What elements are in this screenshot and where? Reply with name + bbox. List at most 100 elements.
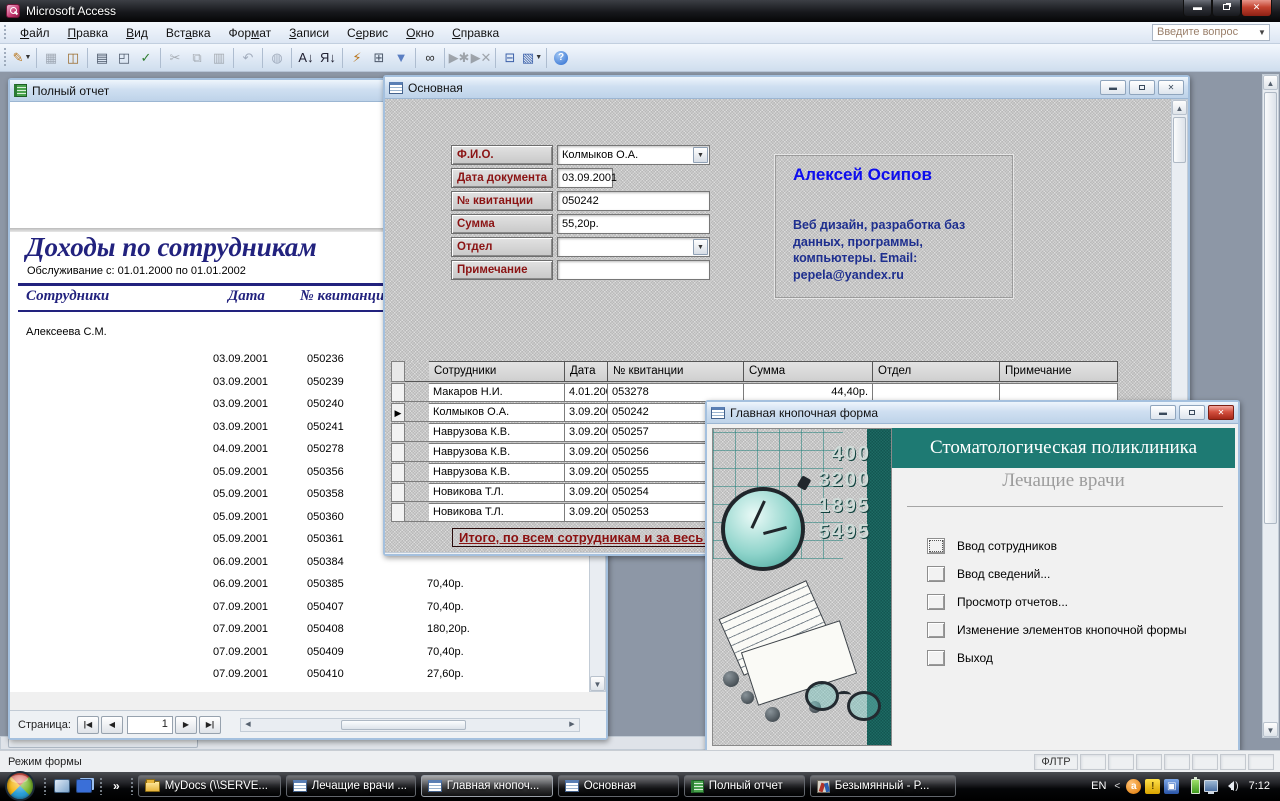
field-textbox[interactable]: 55,20р. bbox=[557, 214, 710, 234]
new-record-icon[interactable]: ▶✱ bbox=[449, 48, 469, 68]
network-icon[interactable] bbox=[1204, 780, 1218, 792]
table-cell[interactable]: 3.09.2001 bbox=[565, 503, 608, 522]
scroll-up-icon[interactable]: ▲ bbox=[1172, 100, 1187, 115]
switchboard-item-1[interactable]: Ввод сотрудников bbox=[915, 536, 1057, 556]
print-preview-icon[interactable]: ◰ bbox=[114, 48, 134, 68]
menu-item-правка[interactable]: Правка bbox=[59, 23, 118, 43]
question-dropdown-icon[interactable]: ▼ bbox=[1256, 26, 1268, 39]
column-header-1[interactable]: Сотрудники bbox=[429, 361, 565, 382]
switchboard-titlebar[interactable]: Главная кнопочная форма ▬ ✕ bbox=[707, 402, 1238, 424]
field-combobox[interactable]: Колмыков О.А.▼ bbox=[557, 145, 710, 165]
language-indicator[interactable]: EN bbox=[1091, 780, 1106, 792]
taskbar-button[interactable]: MyDocs (\\SERVE... bbox=[138, 775, 281, 797]
taskbar-button[interactable]: Безымянный - P... bbox=[810, 775, 956, 797]
column-header-4[interactable]: Сумма bbox=[744, 361, 873, 382]
page-number-input[interactable]: 1 bbox=[127, 716, 173, 734]
print-icon[interactable]: ▤ bbox=[92, 48, 112, 68]
switchboard-item-2[interactable]: Ввод сведений... bbox=[915, 564, 1050, 584]
switch-windows-icon[interactable] bbox=[76, 779, 92, 793]
next-page-button[interactable]: ▶ bbox=[175, 716, 197, 734]
minimize-button[interactable]: ▬ bbox=[1150, 405, 1176, 420]
taskband-grip[interactable] bbox=[130, 777, 134, 795]
taskbar-button[interactable]: Полный отчет bbox=[684, 775, 805, 797]
record-selector[interactable] bbox=[391, 443, 405, 462]
menu-item-вставка[interactable]: Вставка bbox=[157, 23, 220, 43]
field-combobox[interactable]: ▼ bbox=[557, 237, 710, 257]
menu-item-записи[interactable]: Записи bbox=[280, 23, 338, 43]
table-cell[interactable]: 3.09.2001 bbox=[565, 463, 608, 482]
combo-dropdown-icon[interactable]: ▼ bbox=[693, 239, 708, 255]
minimize-button[interactable]: ▬ bbox=[1100, 80, 1126, 95]
menu-item-файл[interactable]: Файл bbox=[11, 23, 59, 43]
table-cell[interactable]: 3.09.2001 bbox=[565, 443, 608, 462]
column-header-6[interactable]: Примечание bbox=[1000, 361, 1118, 382]
table-cell[interactable]: Наврузова К.В. bbox=[429, 443, 565, 462]
volume-icon[interactable]: ) bbox=[1223, 781, 1238, 792]
switchboard-item-button[interactable] bbox=[927, 538, 945, 554]
record-selector[interactable] bbox=[391, 383, 405, 402]
toolbar-grip[interactable] bbox=[3, 47, 8, 69]
table-cell[interactable]: 4.01.2001 bbox=[565, 383, 608, 402]
spelling-icon[interactable]: ✓ bbox=[136, 48, 156, 68]
maximize-button[interactable] bbox=[1179, 405, 1205, 420]
close-button[interactable]: ✕ bbox=[1208, 405, 1234, 420]
filter-form-icon[interactable]: ⊞ bbox=[369, 48, 389, 68]
table-cell[interactable]: Наврузова К.В. bbox=[429, 463, 565, 482]
record-selector[interactable] bbox=[391, 503, 405, 522]
new-object-icon[interactable]: ▧▼ bbox=[522, 48, 542, 68]
battery-icon[interactable] bbox=[1191, 779, 1200, 794]
undo-icon[interactable]: ↶ bbox=[238, 48, 258, 68]
report-horizontal-scrollbar[interactable]: ◀ ▶ bbox=[240, 718, 580, 732]
warning-tray-icon[interactable]: ! bbox=[1145, 779, 1160, 794]
table-cell[interactable]: Колмыков О.А. bbox=[429, 403, 565, 422]
find-icon[interactable]: ∞ bbox=[420, 48, 440, 68]
record-selector[interactable] bbox=[391, 463, 405, 482]
taskbar-button[interactable]: Основная bbox=[558, 775, 679, 797]
switchboard-item-3[interactable]: Просмотр отчетов... bbox=[915, 592, 1068, 612]
record-selector[interactable] bbox=[391, 423, 405, 442]
quicklaunch-overflow-chevron[interactable]: » bbox=[113, 779, 120, 793]
app-close-button[interactable]: ✕ bbox=[1241, 0, 1272, 17]
field-textbox[interactable]: 050242 bbox=[557, 191, 710, 211]
save-icon[interactable]: ▦ bbox=[41, 48, 61, 68]
table-cell[interactable]: 3.09.2001 bbox=[565, 403, 608, 422]
table-cell[interactable]: 3.09.2001 bbox=[565, 423, 608, 442]
tray-expand-chevron[interactable]: < bbox=[1114, 781, 1120, 792]
column-header-5[interactable]: Отдел bbox=[873, 361, 1000, 382]
scroll-right-icon[interactable]: ▶ bbox=[565, 719, 579, 731]
paste-icon[interactable]: ▥ bbox=[209, 48, 229, 68]
taskbar-button[interactable]: Лечащие врачи ... bbox=[286, 775, 416, 797]
hyperlink-icon[interactable]: ◍ bbox=[267, 48, 287, 68]
switchboard-item-button[interactable] bbox=[927, 650, 945, 666]
mdi-vertical-scrollbar[interactable]: ▲ ▼ bbox=[1262, 74, 1279, 738]
table-cell[interactable]: Новикова Т.Л. bbox=[429, 503, 565, 522]
delete-record-icon[interactable]: ▶✕ bbox=[471, 48, 491, 68]
close-button[interactable]: ✕ bbox=[1158, 80, 1184, 95]
maximize-button[interactable] bbox=[1129, 80, 1155, 95]
taskbar-button[interactable]: Главная кнопоч... bbox=[421, 775, 553, 797]
menubar-grip[interactable] bbox=[3, 24, 8, 41]
sort-asc-icon[interactable]: А↓ bbox=[296, 48, 316, 68]
first-page-button[interactable]: |◀ bbox=[77, 716, 99, 734]
menu-item-окно[interactable]: Окно bbox=[397, 23, 443, 43]
switchboard-item-button[interactable] bbox=[927, 594, 945, 610]
scroll-left-icon[interactable]: ◀ bbox=[241, 719, 255, 731]
app-minimize-button[interactable]: ▬ bbox=[1183, 0, 1212, 17]
menu-item-справка[interactable]: Справка bbox=[443, 23, 508, 43]
ask-question-input[interactable]: Введите вопрос ▼ bbox=[1152, 24, 1270, 41]
record-selector[interactable] bbox=[391, 483, 405, 502]
switchboard-item-button[interactable] bbox=[927, 566, 945, 582]
column-header-2[interactable]: Дата bbox=[565, 361, 608, 382]
field-textbox[interactable]: 03.09.2001 bbox=[557, 168, 613, 188]
file-search-icon[interactable]: ◫ bbox=[63, 48, 83, 68]
record-selector[interactable]: ▶ bbox=[391, 403, 405, 422]
combo-dropdown-icon[interactable]: ▼ bbox=[693, 147, 708, 163]
quicklaunch-grip[interactable] bbox=[43, 777, 47, 795]
table-cell[interactable]: Наврузова К.В. bbox=[429, 423, 565, 442]
field-textbox[interactable] bbox=[557, 260, 710, 280]
view-design-icon[interactable]: ✎▼ bbox=[12, 48, 32, 68]
column-header-3[interactable]: № квитанции bbox=[608, 361, 744, 382]
copy-icon[interactable]: ⧉ bbox=[187, 48, 207, 68]
last-page-button[interactable]: ▶| bbox=[199, 716, 221, 734]
cut-icon[interactable]: ✂ bbox=[165, 48, 185, 68]
